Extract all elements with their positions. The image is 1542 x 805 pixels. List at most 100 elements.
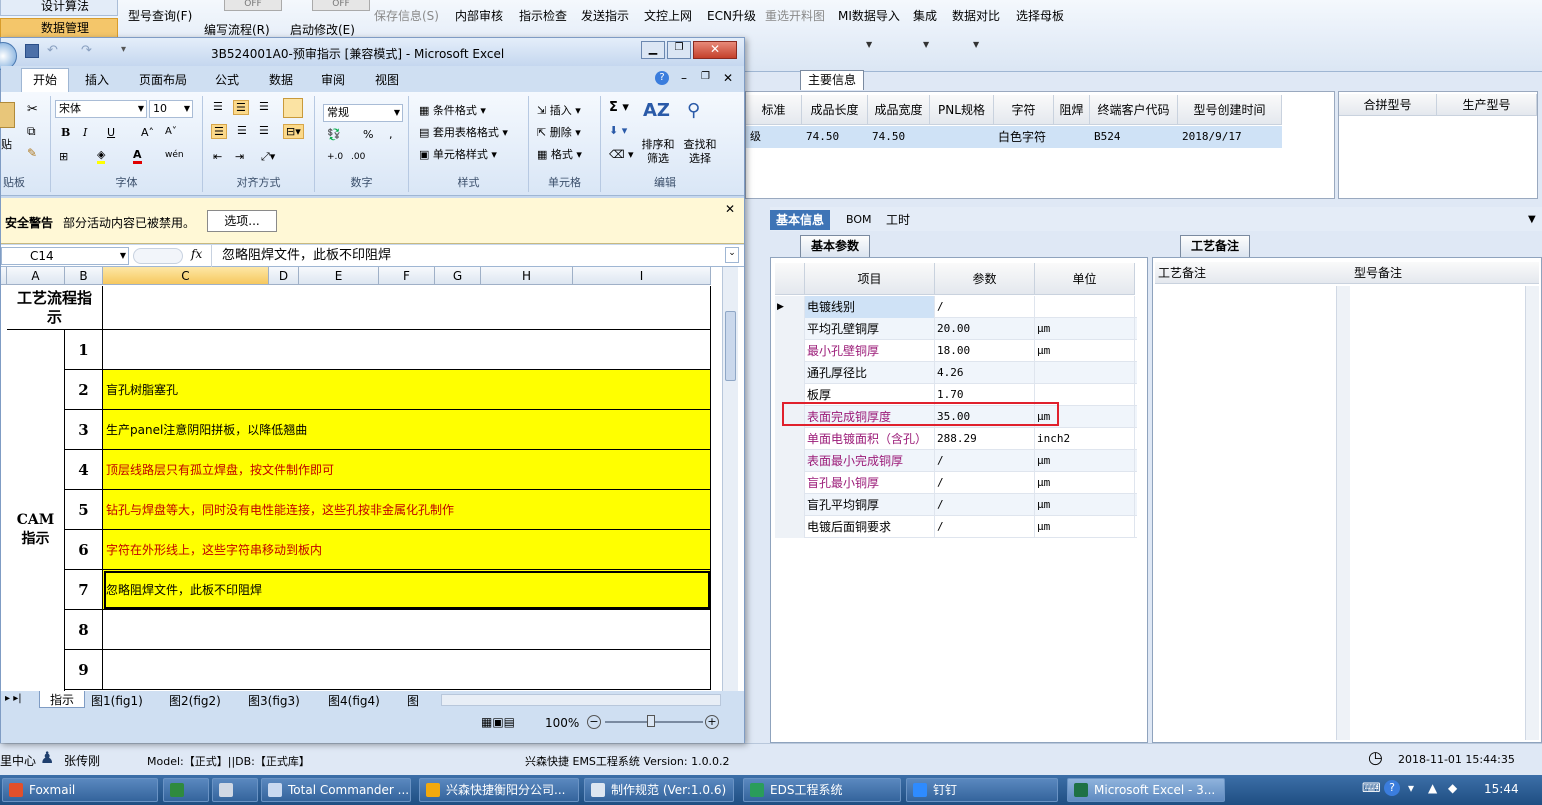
col-header-f[interactable]: F [379,267,435,285]
param-value[interactable]: / [935,296,1035,318]
zoom-out-icon[interactable]: − [587,715,601,729]
help-icon[interactable]: ? [1384,780,1400,796]
col-header[interactable]: 项目 [805,263,935,295]
row-number-cell[interactable]: 1 [65,330,103,370]
view-buttons[interactable]: ▦▣▤ [481,715,515,729]
decrease-decimal-icon[interactable]: .00 [351,152,365,162]
chevron-down-icon[interactable]: ▾ [1408,781,1414,795]
param-unit[interactable] [1035,296,1135,318]
name-box[interactable]: C14 ▼ [1,247,129,265]
cell[interactable] [1054,126,1090,148]
cut-icon[interactable]: ✂ [27,102,38,117]
scrollbar[interactable] [1336,286,1350,740]
align-middle-icon[interactable]: ☰ [233,100,249,115]
scrollbar[interactable] [1525,286,1539,740]
tb-mi-import[interactable]: MI数据导入 [838,7,900,24]
network-icon[interactable]: ◆ [1448,781,1457,795]
param-value[interactable]: / [935,450,1035,472]
param-row[interactable]: 单面电镀面积（含孔） 288.29 inch2 [775,428,1137,450]
col-header[interactable]: PNL规格 [930,95,994,125]
col-header-i[interactable]: I [573,267,711,285]
formula-controls[interactable] [133,248,183,264]
tb-model-query[interactable]: 型号查询(F) [128,7,192,24]
param-row[interactable]: 表面最小完成铜厚 / μm [775,450,1137,472]
col-header[interactable]: 标准 [746,95,802,125]
param-unit[interactable]: μm [1035,472,1135,494]
tb-data-compare[interactable]: 数据对比 [952,7,1000,24]
fill-color-icon[interactable]: ◈ [97,148,106,164]
format-table-button[interactable]: ▤ 套用表格格式 ▾ [419,124,508,140]
underline-icon[interactable]: U [107,126,115,139]
tb-send-instruction[interactable]: 发送指示 [581,7,629,24]
align-right-icon[interactable]: ☰ [259,124,269,137]
paste-icon[interactable] [0,102,15,128]
process-content-cell[interactable] [103,286,711,330]
align-bottom-icon[interactable]: ☰ [259,100,269,113]
tb-select-master[interactable]: 选择母板 [1016,7,1064,24]
col-header[interactable]: 工艺备注 [1155,262,1351,284]
wrap-text-icon[interactable] [283,98,303,118]
param-value[interactable]: 18.00 [935,340,1035,362]
col-header[interactable]: 生产型号 [1437,94,1537,116]
autosum-icon[interactable]: Σ ▾ [609,100,629,115]
customize-qat-icon[interactable]: ▾ [121,44,126,55]
sort-filter-button[interactable]: 排序和筛选 [639,138,677,166]
delete-cells-button[interactable]: ⇱ 删除 ▾ [537,124,581,140]
tb-start-modify[interactable]: 启动修改(E) [290,21,355,38]
param-row[interactable]: 通孔厚径比 4.26 [775,362,1137,384]
param-item[interactable]: 电镀线别 [805,296,935,318]
merge-center-icon[interactable]: ⊟▾ [283,124,304,139]
sheet-tab[interactable]: 图1(fig1) [91,692,143,709]
row-number-cell[interactable]: 4 [65,450,103,490]
param-item[interactable]: 通孔厚径比 [805,362,935,384]
param-item[interactable]: 单面电镀面积（含孔） [805,428,935,450]
help-icon[interactable]: ? [655,71,669,85]
expand-formula-icon[interactable]: ⌄ [725,247,739,263]
col-header[interactable]: 成品宽度 [868,95,930,125]
col-header[interactable]: 终端客户代码 [1090,95,1178,125]
align-top-icon[interactable]: ☰ [213,100,223,113]
task-foxmail[interactable]: Foxmail [2,778,158,802]
col-header-e[interactable]: E [299,267,379,285]
col-header-h[interactable]: H [481,267,573,285]
zoom-level[interactable]: 100% [545,716,579,730]
restore-icon[interactable]: ❐ [667,41,691,59]
row-header[interactable] [775,340,805,362]
param-item[interactable]: 最小孔壁铜厚 [805,340,935,362]
bold-icon[interactable]: B [61,126,70,139]
tray-up-icon[interactable]: ▲ [1428,781,1437,795]
phonetic-icon[interactable]: wén [165,150,184,160]
col-header-d[interactable]: D [269,267,299,285]
restore-icon[interactable]: ❐ [701,71,710,82]
chevron-down-icon[interactable]: ▼ [973,40,979,49]
tb-internal-audit[interactable]: 内部审核 [455,7,503,24]
param-unit[interactable] [1035,362,1135,384]
param-item[interactable]: 盲孔平均铜厚 [805,494,935,516]
minimize-icon[interactable]: – [681,71,687,85]
param-unit[interactable]: μm [1035,516,1135,538]
instruction-cell[interactable] [103,330,711,370]
tab-view[interactable]: 视图 [375,71,399,88]
col-header[interactable]: 成品长度 [802,95,868,125]
row-header[interactable] [775,450,805,472]
paste-label[interactable]: 贴 [1,136,12,152]
cell[interactable]: 级 [746,126,802,148]
tab-data[interactable]: 数据 [269,71,293,88]
param-item[interactable]: 盲孔最小铜厚 [805,472,935,494]
col-header[interactable]: 参数 [935,263,1035,295]
find-select-icon[interactable]: ⚲ [687,100,700,121]
col-header[interactable]: 型号备注 [1351,262,1539,284]
row-number-cell[interactable]: 7 [65,570,103,610]
row-header[interactable] [775,472,805,494]
col-header-c[interactable]: C [103,267,269,285]
task-eds[interactable]: EDS工程系统 [743,778,901,802]
cam-title-cell[interactable]: CAM指示 [7,330,65,691]
close-icon[interactable]: ✕ [723,71,733,85]
align-left-icon[interactable]: ☰ [211,124,227,139]
cell[interactable]: 74.50 [802,126,868,148]
tb-doc-online[interactable]: 文控上网 [644,7,692,24]
zoom-thumb[interactable] [647,715,655,727]
toggle-write-flow[interactable]: OFF [224,0,282,11]
sheet-tab-active[interactable]: 指示 [39,691,85,708]
remarks-title[interactable]: 工艺备注 [1180,235,1250,257]
